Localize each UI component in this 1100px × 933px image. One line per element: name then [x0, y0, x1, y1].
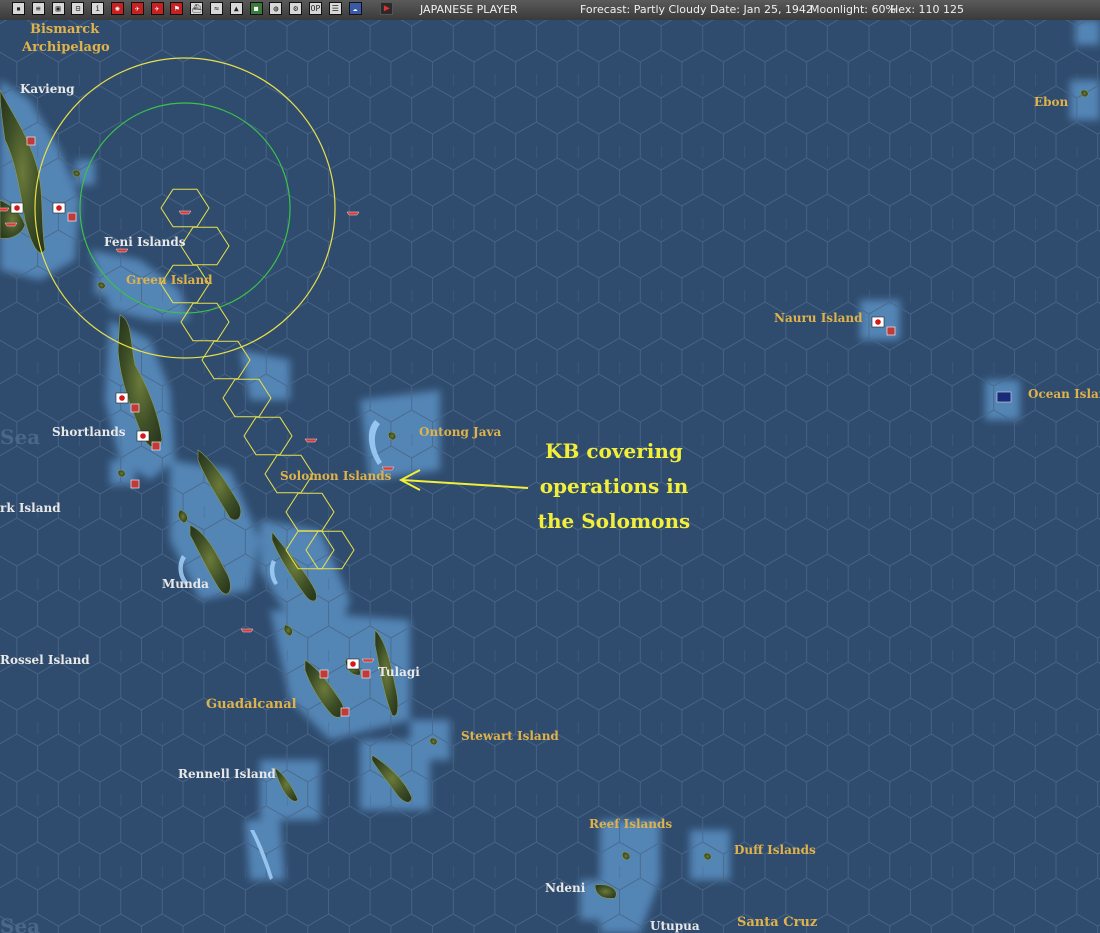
- rising-sun-dot: [140, 433, 146, 439]
- ground-icon[interactable]: ◼: [249, 2, 263, 15]
- ship-task-force-icon[interactable]: [240, 628, 254, 633]
- air-icon[interactable]: ✈: [130, 2, 144, 15]
- label-tulagi: Tulagi: [378, 665, 420, 679]
- label-green-island: Green Island: [126, 273, 213, 287]
- annotation-text: KB covering operations in the Solomons: [538, 439, 691, 533]
- hex-label: Hex: 110 125: [890, 3, 965, 16]
- strategic-map[interactable]: Bismarck Archipelago Kavieng Feni Island…: [0, 20, 1100, 933]
- weather-icon[interactable]: ☁: [348, 2, 362, 15]
- globe-icon[interactable]: ◍: [269, 2, 283, 15]
- label-bismarck: Bismarck: [30, 22, 100, 37]
- australian-flag[interactable]: [996, 391, 1012, 403]
- ship-task-force-icon[interactable]: [4, 222, 18, 227]
- player-label: JAPANESE PLAYER: [420, 3, 518, 16]
- settings-icon[interactable]: ⚙: [289, 2, 303, 15]
- label-ebon: Ebon: [1034, 95, 1069, 109]
- base-marker[interactable]: [130, 403, 140, 413]
- rising-sun-dot: [875, 319, 881, 325]
- list-icon[interactable]: ☰: [328, 2, 342, 15]
- label-stewart: Stewart Island: [461, 729, 559, 743]
- label-sea-bottom: Sea: [0, 914, 40, 933]
- annotation-line-2: operations in: [540, 474, 689, 498]
- label-sea: Sea: [0, 425, 40, 449]
- base-marker[interactable]: [26, 136, 36, 146]
- label-duff-islands: Duff Islands: [734, 843, 816, 857]
- label-archipelago: Archipelago: [21, 40, 110, 55]
- ship-task-force-icon[interactable]: [346, 211, 360, 216]
- allied-air-icon[interactable]: ✈: [150, 2, 164, 15]
- base-marker[interactable]: [130, 479, 140, 489]
- annotation-line-3: the Solomons: [538, 509, 691, 533]
- label-ontong-java: Ontong Java: [419, 425, 501, 439]
- annotation-line-1: KB covering: [545, 439, 683, 463]
- base-marker[interactable]: [361, 669, 371, 679]
- rising-sun-dot: [119, 395, 125, 401]
- terrain-icon[interactable]: ▲: [229, 2, 243, 15]
- label-ocean-island: Ocean Island: [1028, 387, 1100, 401]
- base-marker[interactable]: [67, 212, 77, 222]
- label-kavieng: Kavieng: [20, 82, 75, 96]
- label-shortlands: Shortlands: [52, 425, 126, 439]
- date-label: Date: Jan 25, 1942: [710, 3, 813, 16]
- label-clark-island: rk Island: [0, 501, 61, 515]
- toolbar: ▪ ≡ ▣ ⊟ i ✺ ✈ ✈ ⚑ ⛴ ≈ ▲ ◼ ◍ ⚙ OP ☰ ☁ ▶ JAPANESE PLAYER For…: [0, 0, 1100, 21]
- label-santa-cruz: Santa Cruz: [737, 915, 817, 930]
- end-turn-icon[interactable]: ▶: [380, 2, 394, 15]
- label-nauru: Nauru Island: [774, 311, 863, 325]
- label-ndeni: Ndeni: [545, 881, 586, 895]
- label-rossel: Rossel Island: [0, 653, 90, 667]
- base-marker[interactable]: [319, 669, 329, 679]
- ships-icon[interactable]: ⊟: [71, 2, 85, 15]
- ship-task-force-icon[interactable]: [304, 438, 318, 443]
- label-guadalcanal: Guadalcanal: [206, 697, 297, 712]
- label-munda: Munda: [162, 577, 209, 591]
- convoy-icon[interactable]: ≈: [210, 2, 223, 15]
- ship-task-force-icon[interactable]: [361, 658, 375, 663]
- rising-sun-dot: [14, 205, 20, 211]
- flag-icon[interactable]: ⚑: [170, 2, 184, 15]
- base-marker[interactable]: [886, 326, 896, 336]
- ship-task-force-icon[interactable]: [115, 248, 129, 253]
- moonlight-label: Moonlight: 60%: [810, 3, 896, 16]
- op-icon[interactable]: OP: [309, 2, 322, 15]
- info-icon[interactable]: i: [91, 2, 105, 15]
- label-utupua: Utupua: [650, 919, 700, 933]
- rising-sun-dot: [56, 205, 62, 211]
- rising-sun-icon[interactable]: ✺: [111, 2, 124, 15]
- menu-icon[interactable]: ▪: [12, 2, 25, 15]
- forecast-label: Forecast: Partly Cloudy: [580, 3, 707, 16]
- base-marker[interactable]: [340, 707, 350, 717]
- report-icon[interactable]: ≡: [31, 2, 45, 15]
- label-solomon-islands: Solomon Islands: [280, 469, 392, 483]
- base-marker[interactable]: [151, 441, 161, 451]
- fleet-icon[interactable]: ⛴: [190, 2, 204, 15]
- bases-icon[interactable]: ▣: [51, 2, 65, 15]
- rising-sun-dot: [350, 661, 356, 667]
- label-feni: Feni Islands: [104, 235, 186, 249]
- ship-task-force-icon[interactable]: [178, 210, 192, 215]
- label-reef-islands: Reef Islands: [589, 817, 672, 831]
- label-rennell: Rennell Island: [178, 767, 276, 781]
